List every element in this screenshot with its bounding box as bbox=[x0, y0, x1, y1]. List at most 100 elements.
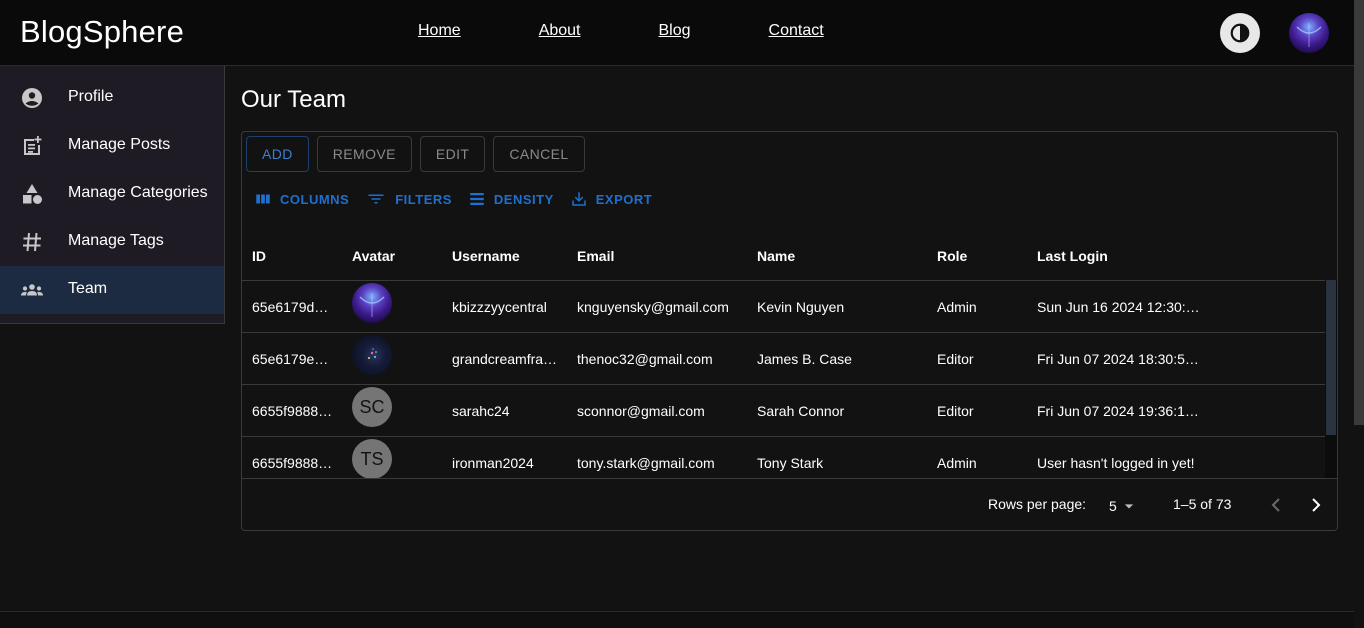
cell-username: kbizzzyycentral bbox=[452, 299, 547, 315]
cell-last-login: Fri Jun 07 2024 18:30:5… bbox=[1037, 351, 1199, 367]
table-row[interactable]: 6655f9888… SC sarahc24 sconnor@gmail.com… bbox=[242, 385, 1325, 437]
nav-link-contact[interactable]: Contact bbox=[769, 22, 824, 40]
column-header-id[interactable]: ID bbox=[252, 248, 266, 264]
pagination-range: 1–5 of 73 bbox=[1173, 496, 1232, 512]
column-header-last-login[interactable]: Last Login bbox=[1037, 248, 1108, 264]
grid-scroll-thumb[interactable] bbox=[1326, 280, 1336, 435]
post-add-icon bbox=[24, 136, 42, 155]
row-avatar bbox=[352, 335, 392, 375]
cell-last-login: User hasn't logged in yet! bbox=[1037, 455, 1195, 471]
grid-pagination: Rows per page: 5 1–5 of 73 bbox=[242, 478, 1337, 530]
column-header-role[interactable]: Role bbox=[937, 248, 967, 264]
cell-id: 6655f9888… bbox=[252, 455, 333, 471]
top-app-bar: BlogSphere Home About Blog Contact bbox=[0, 0, 1354, 66]
sidebar-item-manage-tags[interactable]: Manage Tags bbox=[0, 218, 224, 266]
team-data-grid: ADD REMOVE EDIT CANCEL COLUMNS FILTERS D… bbox=[241, 131, 1338, 531]
sidebar-item-label: Manage Posts bbox=[68, 136, 171, 153]
tag-icon bbox=[23, 232, 41, 252]
cell-id: 65e6179d… bbox=[252, 299, 329, 315]
page-title: Our Team bbox=[241, 86, 346, 113]
rows-per-page-label: Rows per page: bbox=[988, 496, 1087, 512]
columns-label: COLUMNS bbox=[280, 191, 350, 207]
sidebar-item-label: Team bbox=[68, 280, 108, 297]
table-row[interactable]: 6655f9888… TS ironman2024 tony.stark@gma… bbox=[242, 437, 1325, 479]
row-avatar bbox=[352, 283, 392, 323]
previous-page-icon[interactable] bbox=[1264, 493, 1288, 517]
contrast-icon bbox=[1230, 23, 1250, 43]
action-buttons: ADD REMOVE EDIT CANCEL bbox=[246, 136, 585, 172]
user-avatar[interactable] bbox=[1289, 13, 1329, 53]
cell-username: grandcreamfra… bbox=[452, 351, 558, 367]
table-row[interactable]: 65e6179d… kbizzzyycentral knguyensky@gma… bbox=[242, 281, 1325, 333]
brand-logo-text[interactable]: BlogSphere bbox=[20, 14, 184, 50]
rows-per-page-select[interactable]: 5 bbox=[1109, 496, 1139, 516]
rows-per-page-value: 5 bbox=[1109, 498, 1117, 514]
sidebar-item-team[interactable]: Team bbox=[0, 266, 224, 314]
nav-link-about[interactable]: About bbox=[539, 22, 581, 40]
cell-role: Editor bbox=[937, 403, 974, 419]
cancel-button[interactable]: CANCEL bbox=[493, 136, 585, 172]
cell-name: Sarah Connor bbox=[757, 403, 845, 419]
table-header: ID Avatar Username Email Name Role Last … bbox=[242, 229, 1337, 281]
nav-link-blog[interactable]: Blog bbox=[659, 22, 691, 40]
sidebar-item-label: Manage Categories bbox=[68, 184, 208, 201]
nav-link-home[interactable]: Home bbox=[418, 22, 461, 40]
main-nav: Home About Blog Contact bbox=[418, 22, 824, 40]
page-scrollbar-thumb[interactable] bbox=[1354, 0, 1364, 425]
sidebar-item-profile[interactable]: Profile bbox=[0, 74, 224, 122]
sidebar: Profile Manage Posts Manage Categories M… bbox=[0, 66, 225, 324]
grid-scrollbar[interactable] bbox=[1325, 280, 1337, 478]
avatar-image-icon bbox=[368, 348, 377, 359]
cell-last-login: Sun Jun 16 2024 12:30:… bbox=[1037, 299, 1200, 315]
edit-button[interactable]: EDIT bbox=[419, 136, 486, 172]
cell-email: thenoc32@gmail.com bbox=[577, 351, 713, 367]
page-scrollbar-track[interactable] bbox=[1354, 425, 1364, 628]
theme-toggle-button[interactable] bbox=[1220, 13, 1260, 53]
category-icon bbox=[23, 184, 42, 204]
density-label: DENSITY bbox=[493, 191, 554, 207]
grid-toolbar: COLUMNS FILTERS DENSITY EXPORT bbox=[254, 190, 668, 208]
cell-id: 65e6179e… bbox=[252, 351, 329, 367]
cell-last-login: Fri Jun 07 2024 19:36:1… bbox=[1037, 403, 1199, 419]
download-icon bbox=[572, 192, 586, 206]
arrow-drop-down-icon bbox=[1124, 504, 1133, 509]
avatar-image-icon bbox=[1296, 23, 1322, 47]
cell-email: knguyensky@gmail.com bbox=[577, 299, 729, 315]
filter-list-icon bbox=[368, 194, 384, 204]
columns-button[interactable]: COLUMNS bbox=[254, 190, 349, 208]
row-avatar: SC bbox=[352, 387, 392, 427]
avatar-image-icon bbox=[359, 293, 385, 317]
export-label: EXPORT bbox=[595, 191, 653, 207]
cell-email: sconnor@gmail.com bbox=[577, 403, 705, 419]
next-page-icon[interactable] bbox=[1304, 493, 1328, 517]
bottom-divider bbox=[0, 611, 1354, 628]
sidebar-item-label: Manage Tags bbox=[68, 232, 164, 249]
add-button[interactable]: ADD bbox=[246, 136, 309, 172]
row-avatar: TS bbox=[352, 439, 392, 479]
cell-role: Admin bbox=[937, 299, 977, 315]
cell-name: Kevin Nguyen bbox=[757, 299, 845, 315]
column-header-email[interactable]: Email bbox=[577, 248, 614, 264]
account-circle-icon bbox=[22, 88, 42, 108]
cell-username: ironman2024 bbox=[452, 455, 534, 471]
export-button[interactable]: EXPORT bbox=[570, 190, 652, 208]
cell-role: Admin bbox=[937, 455, 977, 471]
density-button[interactable]: DENSITY bbox=[468, 190, 554, 208]
filters-button[interactable]: FILTERS bbox=[365, 190, 452, 208]
column-header-name[interactable]: Name bbox=[757, 248, 795, 264]
cell-username: sarahc24 bbox=[452, 403, 510, 419]
view-column-icon bbox=[256, 194, 270, 204]
sidebar-item-manage-categories[interactable]: Manage Categories bbox=[0, 170, 224, 218]
table-row[interactable]: 65e6179e… grandcreamfra… thenoc32@gmail.… bbox=[242, 333, 1325, 385]
remove-button[interactable]: REMOVE bbox=[316, 136, 412, 172]
sidebar-item-manage-posts[interactable]: Manage Posts bbox=[0, 122, 224, 170]
filters-label: FILTERS bbox=[395, 191, 452, 207]
cell-role: Editor bbox=[937, 351, 974, 367]
column-header-avatar[interactable]: Avatar bbox=[352, 248, 395, 264]
column-header-username[interactable]: Username bbox=[452, 248, 520, 264]
cell-email: tony.stark@gmail.com bbox=[577, 455, 715, 471]
cell-name: James B. Case bbox=[757, 351, 852, 367]
sidebar-item-label: Profile bbox=[68, 88, 114, 105]
cell-name: Tony Stark bbox=[757, 455, 824, 471]
groups-icon bbox=[21, 284, 43, 296]
